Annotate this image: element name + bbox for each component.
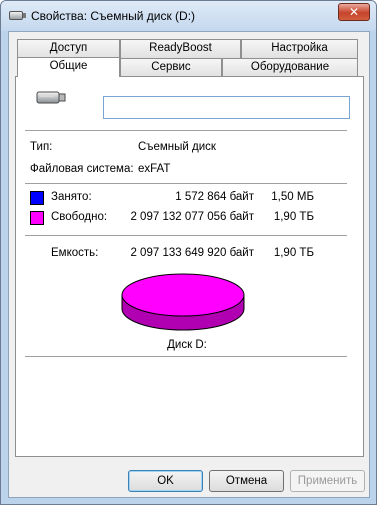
used-bytes: 1 572 864 байт (175, 191, 254, 203)
properties-window: Свойства: Съемный диск (D:) ✕ Доступ Rea… (0, 0, 377, 505)
capacity-bytes: 2 097 133 649 920 байт (130, 247, 254, 259)
type-label: Тип: (30, 141, 53, 153)
window-title: Свойства: Съемный диск (D:) (31, 9, 196, 23)
used-label: Занято: (51, 191, 92, 203)
removable-drive-icon (36, 91, 66, 104)
capacity-label: Емкость: (51, 247, 99, 259)
tab-tools[interactable]: Сервис (120, 58, 222, 77)
general-tab-panel (15, 76, 364, 457)
type-value: Съемный диск (138, 141, 216, 153)
free-space-swatch (30, 211, 44, 225)
separator (25, 235, 347, 236)
volume-name-input[interactable] (103, 96, 350, 119)
tab-hardware[interactable]: Оборудование (222, 58, 358, 77)
close-button[interactable]: ✕ (338, 3, 370, 21)
filesystem-value: exFAT (138, 163, 171, 175)
separator (25, 356, 347, 357)
separator (25, 130, 347, 131)
title-bar: Свойства: Съемный диск (D:) ✕ (1, 1, 376, 31)
disk-usage-pie (121, 273, 245, 331)
ok-button[interactable]: OK (128, 470, 203, 492)
apply-button[interactable]: Применить (290, 470, 365, 492)
used-space-swatch (30, 191, 44, 205)
capacity-size: 1,90 ТБ (273, 247, 314, 259)
free-bytes: 2 097 132 077 056 байт (130, 211, 254, 223)
free-size: 1,90 ТБ (273, 211, 314, 223)
used-size: 1,50 МБ (271, 191, 314, 203)
free-label: Свободно: (51, 211, 108, 223)
filesystem-label: Файловая система: (30, 163, 134, 175)
separator (25, 183, 347, 184)
tab-general[interactable]: Общие (17, 57, 120, 77)
cancel-button[interactable]: Отмена (209, 470, 284, 492)
disk-label: Диск D: (167, 339, 207, 351)
dialog-client-area: Доступ ReadyBoost Настройка Общие Сервис… (8, 31, 370, 498)
removable-drive-icon (9, 11, 26, 20)
tab-customize[interactable]: Настройка (241, 39, 358, 58)
tab-readyboost[interactable]: ReadyBoost (120, 39, 241, 58)
tab-access[interactable]: Доступ (17, 39, 120, 58)
